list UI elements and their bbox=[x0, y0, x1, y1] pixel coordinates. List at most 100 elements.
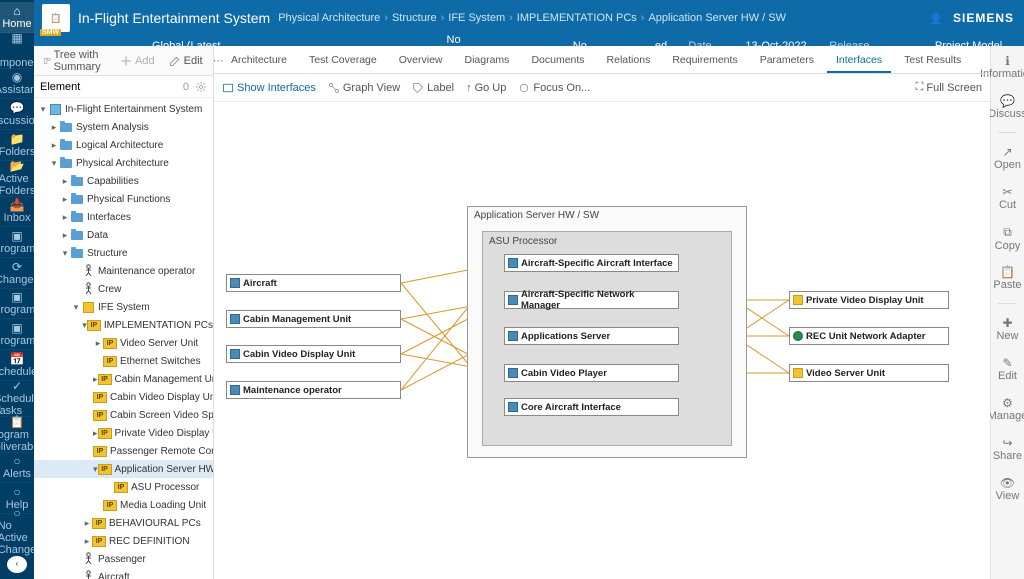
tree-node[interactable]: IPPassenger Remote Control bbox=[34, 442, 213, 460]
tree-node[interactable]: ▸Interfaces bbox=[34, 208, 213, 226]
tab-overview[interactable]: Overview bbox=[390, 49, 452, 73]
right-rail-new[interactable]: ✚New bbox=[991, 314, 1024, 344]
tree-node[interactable]: Crew bbox=[34, 280, 213, 298]
tree-node[interactable]: ▸Logical Architecture bbox=[34, 136, 213, 154]
right-rail-information[interactable]: ℹInformation bbox=[991, 52, 1024, 82]
interface-node[interactable]: Core Aircraft Interface bbox=[504, 398, 679, 416]
edit-button[interactable]: Edit bbox=[165, 53, 207, 69]
right-rail-view[interactable]: 👁View bbox=[991, 474, 1024, 504]
right-rail-copy[interactable]: ⧉Copy bbox=[991, 223, 1024, 253]
interface-node[interactable]: Private Video Display Unit bbox=[789, 291, 949, 309]
left-rail-active-folders[interactable]: 📂Active Folders bbox=[0, 161, 34, 197]
label-button[interactable]: Label bbox=[412, 82, 454, 94]
interface-node[interactable]: Cabin Management Unit bbox=[226, 310, 401, 328]
right-rail-cut[interactable]: ✂Cut bbox=[991, 183, 1024, 213]
tree-node[interactable]: IPCabin Video Display Unit bbox=[34, 388, 213, 406]
expand-rail-button[interactable]: ‹ bbox=[7, 556, 27, 573]
right-rail-discuss[interactable]: 💬Discuss bbox=[991, 92, 1024, 122]
left-rail-programs[interactable]: ▣Programs bbox=[0, 289, 34, 320]
tab-interfaces[interactable]: Interfaces bbox=[827, 49, 891, 73]
left-rail-discussions[interactable]: 💬Discussions bbox=[0, 99, 34, 130]
left-rail-programs[interactable]: ▣Programs bbox=[0, 227, 34, 258]
tree-node[interactable]: ▸IPBEHAVIOURAL PCs bbox=[34, 514, 213, 532]
main-column: 📋SMW In-Flight Entertainment System Phys… bbox=[34, 0, 1024, 579]
tree-node[interactable]: IPCabin Screen Video Splitter bbox=[34, 406, 213, 424]
tree-node[interactable]: IPMedia Loading Unit bbox=[34, 496, 213, 514]
left-rail-schedules[interactable]: 📅Schedules bbox=[0, 350, 34, 381]
tab-test-results[interactable]: Test Results bbox=[895, 49, 970, 73]
right-rail-open[interactable]: ↗Open bbox=[991, 143, 1024, 173]
tab-test-coverage[interactable]: Test Coverage bbox=[300, 49, 386, 73]
breadcrumb-3[interactable]: IMPLEMENTATION PCs bbox=[517, 12, 637, 24]
tree-node[interactable]: ▾IPIMPLEMENTATION PCs bbox=[34, 316, 213, 334]
tree-node[interactable]: ▸IPCabin Management Unit bbox=[34, 370, 213, 388]
tab-documents[interactable]: Documents bbox=[522, 49, 593, 73]
tree-node[interactable]: ▾IPApplication Server HW / SW bbox=[34, 460, 213, 478]
tree-node[interactable]: Aircraft bbox=[34, 568, 213, 579]
right-rail-paste[interactable]: 📋Paste bbox=[991, 263, 1024, 293]
left-rail-changes[interactable]: ⟳Changes bbox=[0, 258, 34, 289]
interface-node[interactable]: Aircraft bbox=[226, 274, 401, 292]
left-rail-program-deliverables[interactable]: 📋Program Deliverables bbox=[0, 417, 34, 453]
tab-parameters[interactable]: Parameters bbox=[751, 49, 823, 73]
tree-node[interactable]: ▸Physical Functions bbox=[34, 190, 213, 208]
tab-requirements[interactable]: Requirements bbox=[663, 49, 746, 73]
focus-on-button[interactable]: Focus On... bbox=[518, 82, 590, 94]
tree-node[interactable]: Maintenance operator bbox=[34, 262, 213, 280]
interface-node[interactable]: Aircraft-Specific Network Manager bbox=[504, 291, 679, 309]
left-rail-schedule-tasks[interactable]: ✓Schedule Tasks bbox=[0, 381, 34, 417]
interface-node[interactable]: Cabin Video Player bbox=[504, 364, 679, 382]
node-type-icon bbox=[508, 258, 518, 268]
gear-icon[interactable] bbox=[195, 81, 207, 93]
graph-view-button[interactable]: Graph View bbox=[328, 82, 400, 94]
tab-diagrams[interactable]: Diagrams bbox=[456, 49, 519, 73]
tab-architecture[interactable]: Architecture bbox=[222, 49, 296, 73]
tree-node[interactable]: Passenger bbox=[34, 550, 213, 568]
left-rail-alerts[interactable]: ○Alerts bbox=[0, 453, 34, 484]
interface-node[interactable]: REC Unit Network Adapter bbox=[789, 327, 949, 345]
tree-node[interactable]: ▸IPREC DEFINITION bbox=[34, 532, 213, 550]
tree-node[interactable]: ▸Capabilities bbox=[34, 172, 213, 190]
tree-node[interactable]: ▸IPVideo Server Unit bbox=[34, 334, 213, 352]
left-rail-assistant[interactable]: ◉Assistant bbox=[0, 69, 34, 100]
ip-icon: IP bbox=[93, 391, 107, 403]
folder-icon bbox=[59, 139, 73, 151]
left-rail-home[interactable]: ⌂Home bbox=[0, 2, 34, 33]
tab-relations[interactable]: Relations bbox=[598, 49, 660, 73]
right-rail-edit[interactable]: ✎Edit bbox=[991, 354, 1024, 384]
go-up-button[interactable]: ↑Go Up bbox=[466, 82, 506, 94]
tree-node[interactable]: ▾In-Flight Entertainment System bbox=[34, 100, 213, 118]
left-rail-inbox[interactable]: 📥Inbox bbox=[0, 197, 34, 228]
breadcrumb-1[interactable]: Structure bbox=[392, 12, 437, 24]
interface-node[interactable]: Applications Server bbox=[504, 327, 679, 345]
diagram-canvas[interactable]: Application Server HW / SW ASU Processor… bbox=[214, 102, 990, 579]
tree-node[interactable]: ▾Physical Architecture bbox=[34, 154, 213, 172]
tree-node[interactable]: ▸IPPrivate Video Display Unit bbox=[34, 424, 213, 442]
tree-node[interactable]: ▸Data bbox=[34, 226, 213, 244]
breadcrumb-2[interactable]: IFE System bbox=[448, 12, 505, 24]
right-rail-manage[interactable]: ⚙Manage bbox=[991, 394, 1024, 424]
right-rail-share[interactable]: ↪Share bbox=[991, 434, 1024, 464]
full-screen-button[interactable]: ⛶Full Screen bbox=[916, 81, 982, 94]
tree-node[interactable]: ▸System Analysis bbox=[34, 118, 213, 136]
breadcrumb-4[interactable]: Application Server HW / SW bbox=[648, 12, 786, 24]
show-interfaces-button[interactable]: Show Interfaces bbox=[222, 82, 316, 94]
interface-node[interactable]: Video Server Unit bbox=[789, 364, 949, 382]
left-rail-ui-components[interactable]: ▦UI Components bbox=[0, 33, 34, 69]
breadcrumb-0[interactable]: Physical Architecture bbox=[278, 12, 380, 24]
node-type-icon bbox=[508, 368, 518, 378]
left-rail-no-active-change[interactable]: ○No Active Change bbox=[0, 514, 34, 550]
inner-box-title: ASU Processor bbox=[489, 236, 557, 247]
tree-node[interactable]: ▾Structure bbox=[34, 244, 213, 262]
user-icon[interactable]: 👤 bbox=[929, 12, 943, 25]
tree-node[interactable]: IPEthernet Switches bbox=[34, 352, 213, 370]
interface-node[interactable]: Maintenance operator bbox=[226, 381, 401, 399]
tree-node[interactable]: ▾IFE System bbox=[34, 298, 213, 316]
tree-node[interactable]: IPASU Processor bbox=[34, 478, 213, 496]
left-rail-folders[interactable]: 📁Folders bbox=[0, 130, 34, 161]
tree-with-summary-button[interactable]: Tree with Summary bbox=[40, 47, 110, 75]
interface-node[interactable]: Cabin Video Display Unit bbox=[226, 345, 401, 363]
left-rail-programs[interactable]: ▣Programs bbox=[0, 319, 34, 350]
interface-node[interactable]: Aircraft-Specific Aircraft Interface bbox=[504, 254, 679, 272]
cube-icon bbox=[48, 103, 62, 115]
